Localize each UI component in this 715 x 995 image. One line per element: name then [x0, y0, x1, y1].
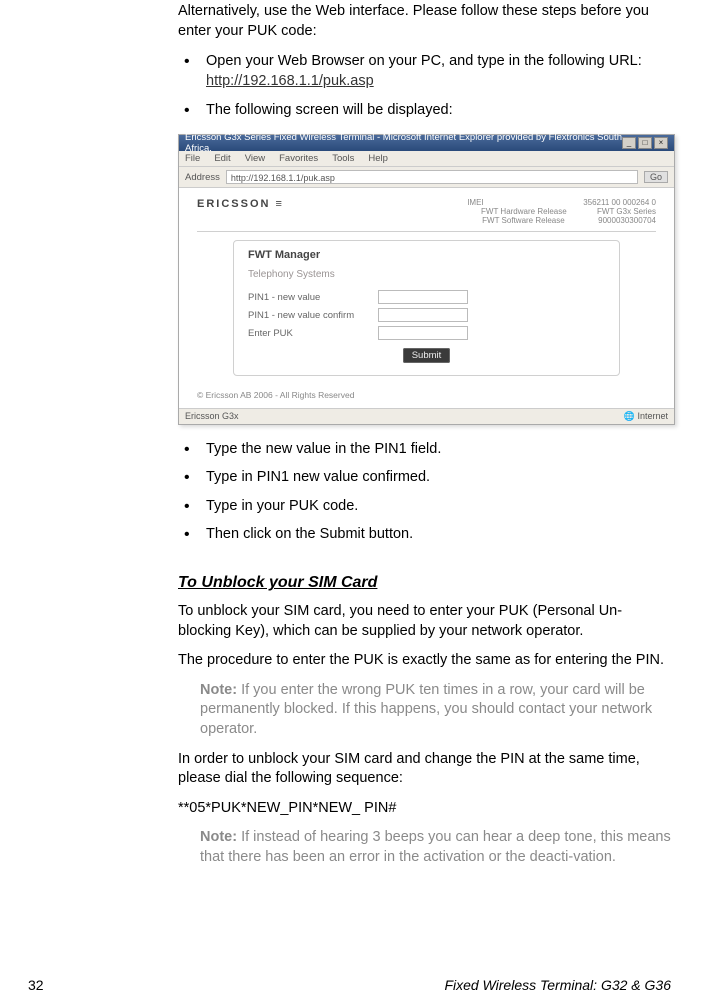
- hw-value: FWT G3x Series: [597, 207, 656, 216]
- menu-tools: Tools: [332, 153, 354, 164]
- bullet-open-browser: Open your Web Browser on your PC, and ty…: [178, 51, 675, 92]
- label-enter-puk: Enter PUK: [248, 328, 368, 339]
- paragraph-procedure: The procedure to enter the PUK is exactl…: [178, 651, 675, 671]
- bullet-click-submit: Then click on the Submit button.: [178, 524, 675, 544]
- sw-value: 9000030300704: [598, 216, 656, 225]
- bullet-type-puk: Type in your PUK code.: [178, 496, 675, 516]
- imei-label: IMEI: [467, 198, 567, 207]
- ericsson-logo: ERICSSON ≡: [197, 198, 284, 210]
- bullet-type-pin1-confirm: Type in PIN1 new value confirmed.: [178, 467, 675, 487]
- note-wrong-puk: Note: If you enter the wrong PUK ten tim…: [200, 681, 675, 740]
- section-heading-unblock-sim: To Unblock your SIM Card: [178, 574, 675, 592]
- go-button: Go: [644, 171, 668, 183]
- intro-paragraph: Alternatively, use the Web interface. Pl…: [178, 2, 675, 41]
- footer-title: Fixed Wireless Terminal: G32 & G36: [444, 977, 671, 993]
- note-label-2: Note:: [200, 829, 237, 845]
- page-area: ERICSSON ≡ IMEI 356211 00 000264 0 FWT Ha…: [179, 188, 674, 408]
- menu-favorites: Favorites: [279, 153, 318, 164]
- input-enter-puk: [378, 326, 468, 340]
- row-pin1-new: PIN1 - new value: [248, 290, 605, 304]
- bullet-list-1: Open your Web Browser on your PC, and ty…: [178, 51, 675, 120]
- bullet-text: Open your Web Browser on your PC, and ty…: [206, 53, 642, 69]
- panel-title: FWT Manager: [248, 249, 605, 261]
- browser-addressbar: Address http://192.168.1.1/puk.asp Go: [179, 167, 674, 188]
- address-label: Address: [185, 172, 220, 183]
- label-pin1-new: PIN1 - new value: [248, 292, 368, 303]
- label-pin1-confirm: PIN1 - new value confirm: [248, 310, 368, 321]
- window-title: Ericsson G3x Series Fixed Wireless Termi…: [185, 132, 622, 154]
- window-controls: _ □ ×: [622, 137, 668, 149]
- status-right: 🌐 Internet: [624, 411, 668, 422]
- hw-label: FWT Hardware Release: [481, 207, 581, 216]
- note-label: Note:: [200, 682, 237, 698]
- menu-file: File: [185, 153, 200, 164]
- minimize-icon: _: [622, 137, 636, 149]
- paragraph-puk-intro: To unblock your SIM card, you need to en…: [178, 602, 675, 641]
- status-left: Ericsson G3x: [185, 411, 239, 422]
- row-pin1-confirm: PIN1 - new value confirm: [248, 308, 605, 322]
- note-text: If you enter the wrong PUK ten times in …: [200, 682, 652, 737]
- imei-value: 356211 00 000264 0: [583, 198, 656, 207]
- paragraph-dial-sequence: In order to unblock your SIM card and ch…: [178, 750, 675, 789]
- maximize-icon: □: [638, 137, 652, 149]
- page-number: 32: [28, 977, 44, 993]
- puk-url-link[interactable]: http://192.168.1.1/puk.asp: [206, 73, 374, 89]
- input-pin1-new: [378, 290, 468, 304]
- note-text-2: If instead of hearing 3 beeps you can he…: [200, 829, 671, 865]
- browser-screenshot: Ericsson G3x Series Fixed Wireless Termi…: [178, 134, 675, 425]
- ericsson-stripes-icon: ≡: [276, 198, 284, 210]
- browser-window: Ericsson G3x Series Fixed Wireless Termi…: [178, 134, 675, 425]
- row-enter-puk: Enter PUK: [248, 326, 605, 340]
- bullet-screen-displayed: The following screen will be displayed:: [178, 100, 675, 120]
- menu-help: Help: [368, 153, 388, 164]
- close-icon: ×: [654, 137, 668, 149]
- panel-subtitle: Telephony Systems: [248, 269, 605, 280]
- info-block: IMEI 356211 00 000264 0 FWT Hardware Rele…: [467, 198, 656, 225]
- page-copyright: © Ericsson AB 2006 - All Rights Reserved: [197, 386, 656, 400]
- dial-sequence-code: **05*PUK*NEW_PIN*NEW_ PIN#: [178, 799, 675, 819]
- browser-statusbar: Ericsson G3x 🌐 Internet: [179, 408, 674, 424]
- submit-button: Submit: [403, 348, 451, 363]
- menu-view: View: [245, 153, 265, 164]
- address-input: http://192.168.1.1/puk.asp: [226, 170, 638, 184]
- bullet-list-2: Type the new value in the PIN1 field. Ty…: [178, 439, 675, 544]
- fwt-manager-panel: FWT Manager Telephony Systems PIN1 - new…: [233, 240, 620, 376]
- note-beeps: Note: If instead of hearing 3 beeps you …: [200, 828, 675, 867]
- bullet-type-pin1: Type the new value in the PIN1 field.: [178, 439, 675, 459]
- sw-label: FWT Software Release: [482, 216, 582, 225]
- input-pin1-confirm: [378, 308, 468, 322]
- page-header: ERICSSON ≡ IMEI 356211 00 000264 0 FWT Ha…: [197, 198, 656, 232]
- menu-edit: Edit: [214, 153, 230, 164]
- browser-titlebar: Ericsson G3x Series Fixed Wireless Termi…: [179, 135, 674, 151]
